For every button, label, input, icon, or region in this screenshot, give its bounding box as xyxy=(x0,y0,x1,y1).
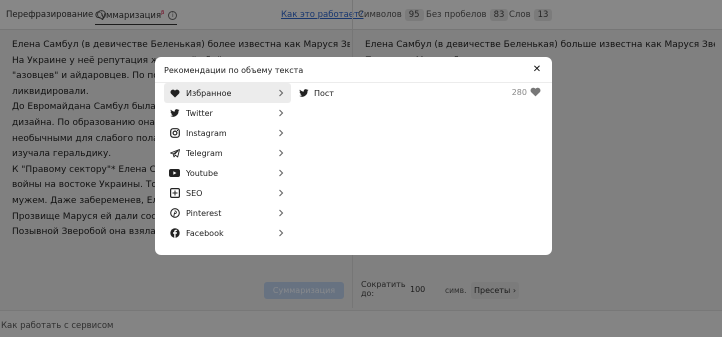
chevron-right-icon xyxy=(276,168,286,178)
category-label: Избранное xyxy=(186,88,232,98)
recommendation-count: 280 xyxy=(511,88,527,97)
category-label: Twitter xyxy=(186,108,213,118)
telegram-icon xyxy=(169,148,180,159)
category-item-pinterest[interactable]: Pinterest xyxy=(164,203,291,223)
chevron-right-icon xyxy=(276,208,286,218)
close-icon[interactable]: ✕ xyxy=(530,63,544,77)
chevron-right-icon xyxy=(276,128,286,138)
chevron-right-icon xyxy=(276,228,286,238)
pinterest-icon xyxy=(169,208,180,219)
category-label: Facebook xyxy=(186,228,224,238)
chevron-right-icon xyxy=(276,148,286,158)
modal-title: Рекомендации по объему текста xyxy=(164,66,304,75)
chevron-right-icon xyxy=(276,88,286,98)
chevron-right-icon xyxy=(276,188,286,198)
recommendation-label: Пост xyxy=(314,88,334,98)
category-item-seo[interactable]: SEO xyxy=(164,183,291,203)
category-item-facebook[interactable]: Facebook xyxy=(164,223,291,243)
category-item-youtube[interactable]: Youtube xyxy=(164,163,291,183)
category-item-favorites[interactable]: Избранное xyxy=(164,83,291,103)
youtube-icon xyxy=(169,168,180,179)
category-item-twitter[interactable]: Twitter xyxy=(164,103,291,123)
category-label: Telegram xyxy=(186,148,223,158)
heart-icon xyxy=(169,88,180,99)
category-list: Избранное Twitter Instagram Telegram You… xyxy=(164,83,291,243)
facebook-icon xyxy=(169,228,180,239)
category-label: Instagram xyxy=(186,128,227,138)
instagram-icon xyxy=(169,128,180,139)
twitter-icon xyxy=(298,88,309,99)
category-item-telegram[interactable]: Telegram xyxy=(164,143,291,163)
category-label: Youtube xyxy=(186,168,218,178)
recommendations-modal: Рекомендации по объему текста ✕ Избранно… xyxy=(155,57,552,255)
category-label: Pinterest xyxy=(186,208,222,218)
chevron-right-icon xyxy=(276,108,286,118)
twitter-icon xyxy=(169,108,180,119)
category-label: SEO xyxy=(186,188,203,198)
recommendation-item-post[interactable]: Пост 280 xyxy=(298,83,544,103)
heart-icon[interactable] xyxy=(530,87,541,98)
category-item-instagram[interactable]: Instagram xyxy=(164,123,291,143)
seo-icon xyxy=(169,188,180,199)
